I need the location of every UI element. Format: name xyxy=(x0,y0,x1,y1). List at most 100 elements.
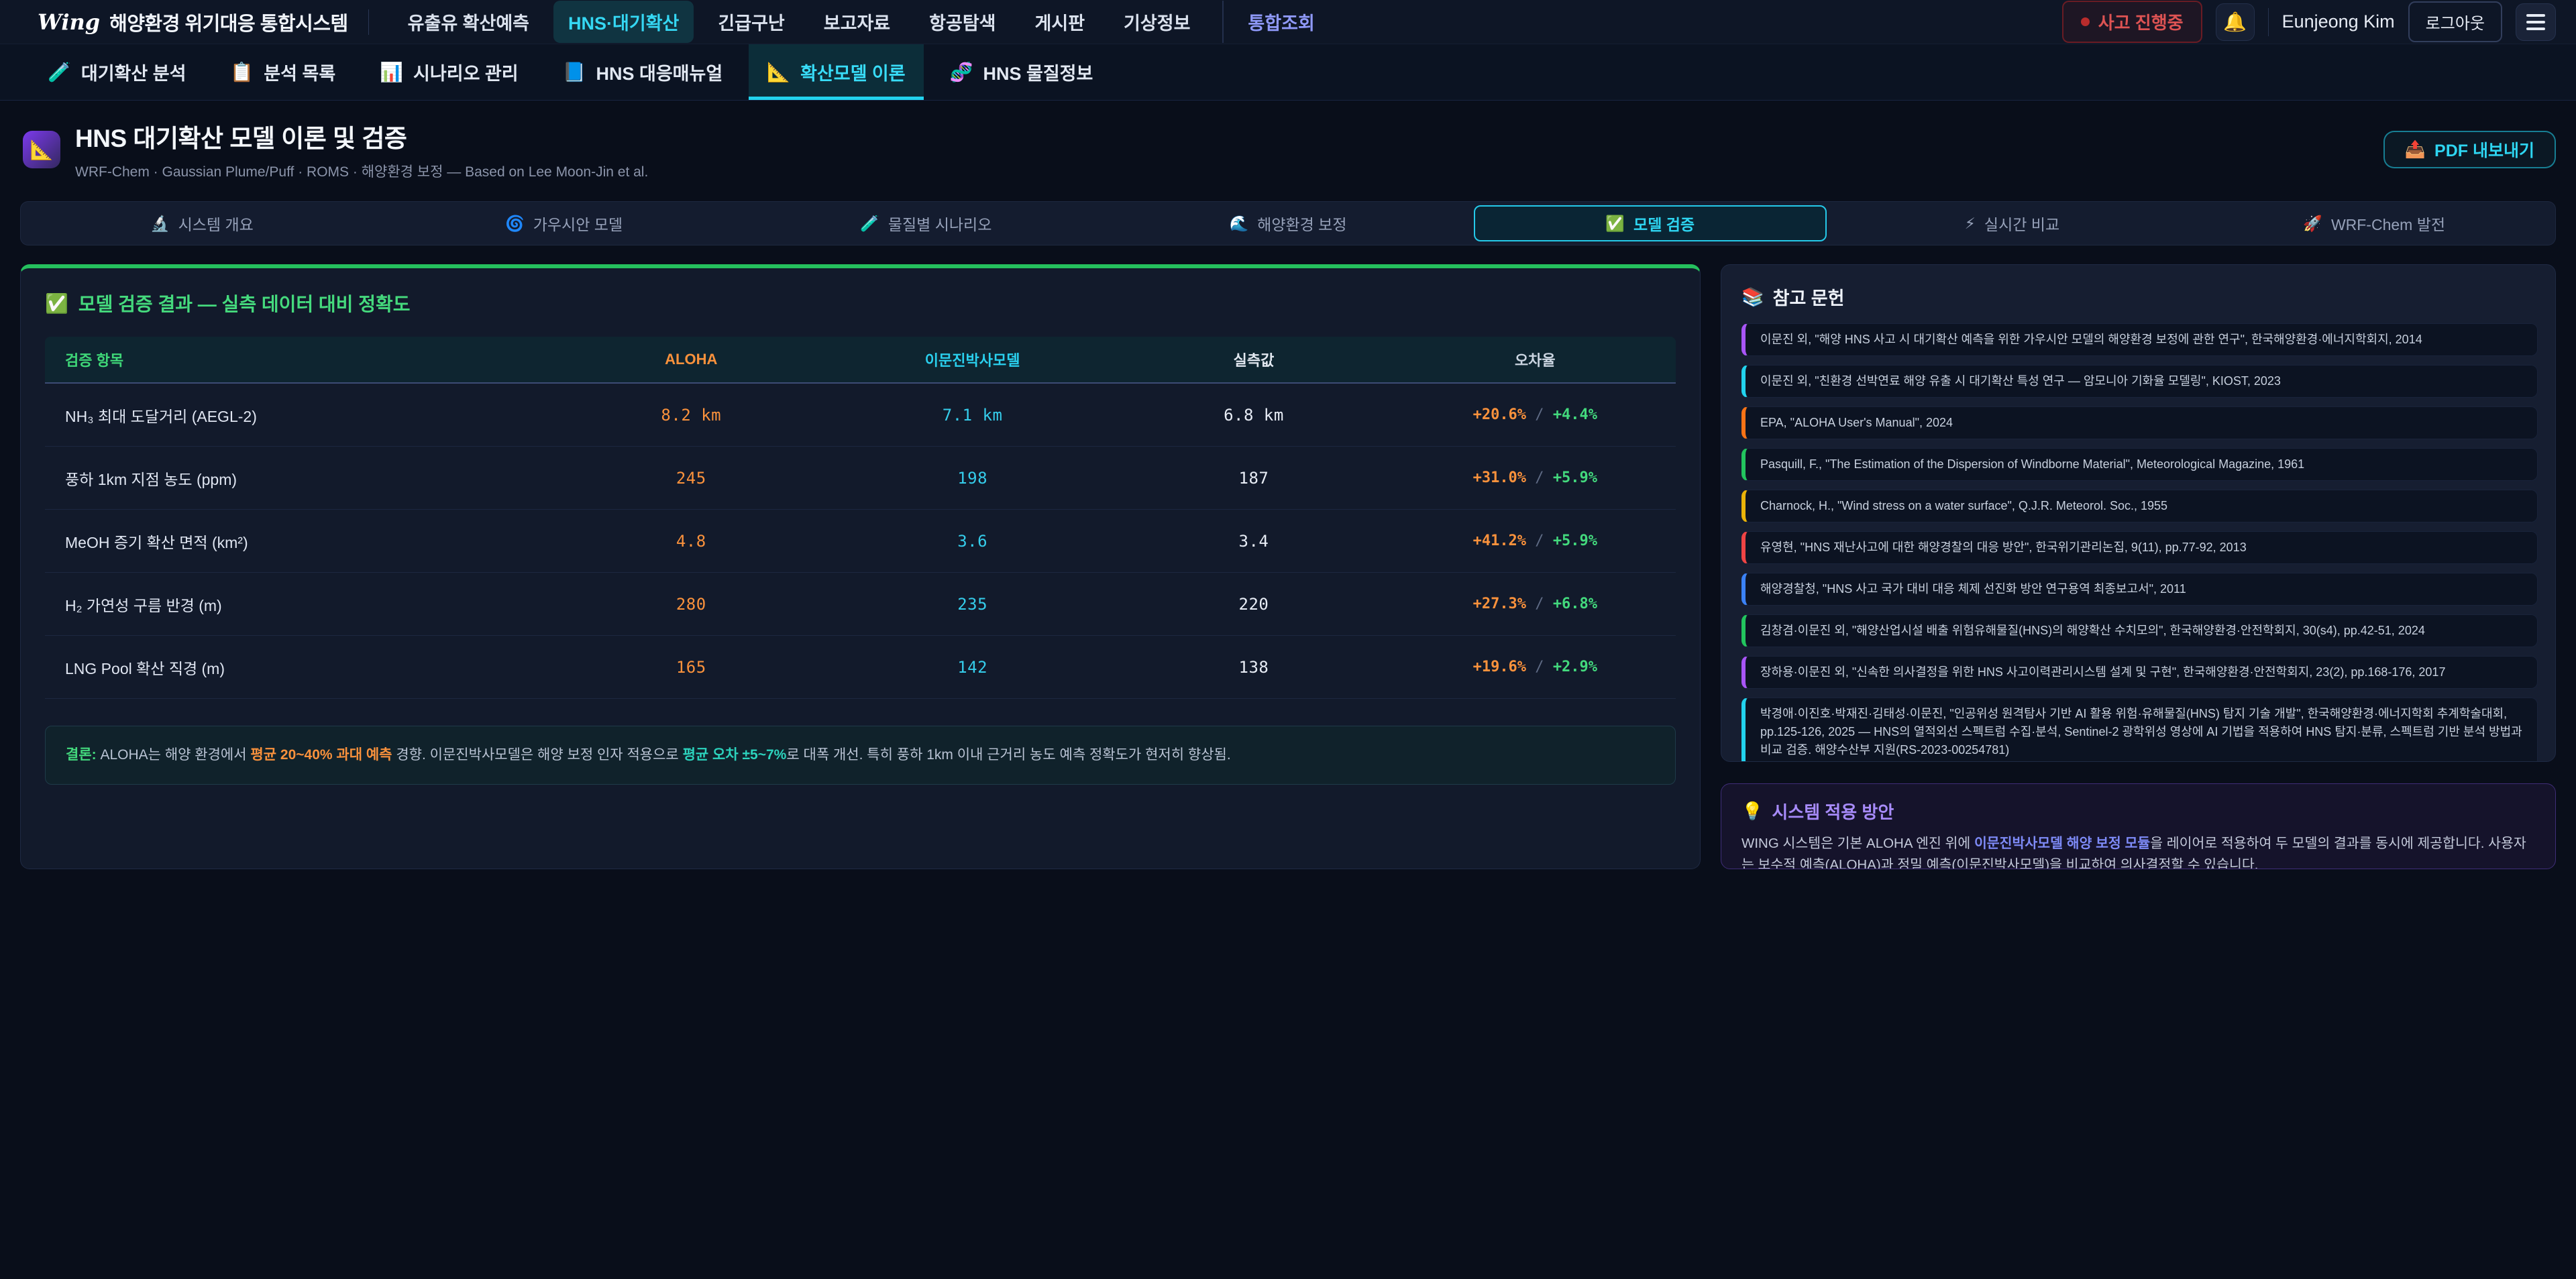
section-tab-5[interactable]: ✅ 모델 검증 xyxy=(1474,205,1827,241)
reference-item[interactable]: 이문진 외, "해양 HNS 사고 시 대기확산 예측을 위한 가우시안 모델의… xyxy=(1741,323,2538,356)
error-rate-value: +31.0% / +5.9% xyxy=(1395,469,1676,486)
model-error: +4.4% xyxy=(1553,406,1597,423)
sub-nav-tab-1[interactable]: 🧪대기확산 분석 xyxy=(30,44,204,100)
section-tab-icon: 🌊 xyxy=(1230,215,1249,233)
references-panel: 📚 참고 문헌 이문진 외, "해양 HNS 사고 시 대기확산 예측을 위한 … xyxy=(1721,264,2556,762)
application-body: WING 시스템은 기본 ALOHA 엔진 위에 이문진박사모델 해양 보정 모… xyxy=(1741,833,2535,869)
main-content: ✅ 모델 검증 결과 — 실측 데이터 대비 정확도 검증 항목ALOHA이문진… xyxy=(20,264,2556,869)
model-error: +5.9% xyxy=(1553,469,1597,486)
measured-value: 3.4 xyxy=(1113,532,1394,551)
main-nav: 유출유 확산예측HNS·대기확산긴급구난보고자료항공탐색게시판기상정보 통합조회 xyxy=(393,1,1330,43)
section-tab-label: 모델 검증 xyxy=(1633,212,1695,235)
table-row: LNG Pool 확산 직경 (m)165142138+19.6% / +2.9… xyxy=(45,636,1676,699)
system-application-panel: 💡 시스템 적용 방안 WING 시스템은 기본 ALOHA 엔진 위에 이문진… xyxy=(1721,783,2556,869)
highlighted-module-name: 이문진박사모델 해양 보정 모듈 xyxy=(1974,836,2150,851)
measured-value: 187 xyxy=(1113,469,1394,488)
conclusion-segment: 경향. 이문진박사모델은 해양 보정 인자 적용으로 xyxy=(392,747,683,763)
reference-item[interactable]: 유영현, "HNS 재난사고에 대한 해양경찰의 대응 방안", 한국위기관리논… xyxy=(1741,531,2538,564)
status-dot-icon xyxy=(2081,17,2090,26)
logout-button[interactable]: 로그아웃 xyxy=(2408,1,2502,42)
page-title: HNS 대기확산 모델 이론 및 검증 xyxy=(75,118,648,154)
section-tab-icon: ✅ xyxy=(1605,215,1625,233)
aloha-error: +20.6% xyxy=(1473,406,1526,423)
sub-tab-label: 분석 목록 xyxy=(264,59,335,85)
section-tab-7[interactable]: 🚀WRF-Chem 발전 xyxy=(2198,205,2551,241)
sub-nav-tab-3[interactable]: 📊시나리오 관리 xyxy=(362,44,536,100)
page-subtitle: WRF-Chem · Gaussian Plume/Puff · ROMS · … xyxy=(75,161,648,181)
sub-tab-label: 대기확산 분석 xyxy=(81,59,186,85)
main-nav-item-5[interactable]: 항공탐색 xyxy=(914,1,1010,43)
reference-item[interactable]: 김창겸·이문진 외, "해양산업시설 배출 위험유해물질(HNS)의 해양확산 … xyxy=(1741,614,2538,647)
model-value: 198 xyxy=(832,469,1113,488)
reference-item[interactable]: 이문진 외, "친환경 선박연료 해양 유출 시 대기확산 특성 연구 — 암모… xyxy=(1741,365,2538,398)
main-nav-item-3[interactable]: 긴급구난 xyxy=(703,1,799,43)
aloha-error: +27.3% xyxy=(1473,596,1526,612)
hamburger-menu-button[interactable] xyxy=(2516,3,2556,41)
conclusion-note: 결론: ALOHA는 해양 환경에서 평균 20~40% 과대 예측 경향. 이… xyxy=(45,726,1676,785)
section-tab-2[interactable]: 🌀가우시안 모델 xyxy=(388,205,741,241)
top-navbar: Wing 해양환경 위기대응 통합시스템 유출유 확산예측HNS·대기확산긴급구… xyxy=(0,0,2576,44)
wing-logo: Wing xyxy=(38,9,100,35)
reference-item[interactable]: Pasquill, F., "The Estimation of the Dis… xyxy=(1741,448,2538,481)
aloha-value: 165 xyxy=(551,658,832,677)
section-tab-label: 물질별 시나리오 xyxy=(888,212,992,235)
section-tab-6[interactable]: ⚡실시간 비교 xyxy=(1836,205,2189,241)
conclusion-segment: ALOHA는 해양 환경에서 xyxy=(97,747,251,763)
notifications-button[interactable]: 🔔 xyxy=(2216,3,2255,41)
aloha-value: 245 xyxy=(551,469,832,488)
sub-tab-label: 확산모델 이론 xyxy=(800,59,906,85)
aloha-error: +31.0% xyxy=(1473,469,1526,486)
section-tab-3[interactable]: 🧪물질별 시나리오 xyxy=(749,205,1102,241)
table-row: 풍하 1km 지점 농도 (ppm)245198187+31.0% / +5.9… xyxy=(45,447,1676,510)
reference-item[interactable]: EPA, "ALOHA User's Manual", 2024 xyxy=(1741,406,2538,439)
column-header-1: 검증 항목 xyxy=(45,349,551,370)
sub-tab-icon: 🧬 xyxy=(950,61,973,83)
reference-item[interactable]: 해양경찰청, "HNS 사고 국가 대비 대응 체제 선진화 방안 연구용역 최… xyxy=(1741,573,2538,606)
export-label: PDF 내보내기 xyxy=(2434,137,2534,162)
reference-item[interactable]: 박경애·이진호·박재진·김태성·이문진, "인공위성 원격탐사 기반 AI 활용… xyxy=(1741,698,2538,762)
section-tab-4[interactable]: 🌊 해양환경 보정 xyxy=(1112,205,1464,241)
section-tab-1[interactable]: 🔬시스템 개요 xyxy=(25,205,378,241)
pdf-export-button[interactable]: 📤 PDF 내보내기 xyxy=(2383,131,2556,168)
column-header-5: 오차율 xyxy=(1395,349,1676,370)
sub-nav: 🧪대기확산 분석📋분석 목록📊시나리오 관리📘HNS 대응매뉴얼📐확산모델 이론… xyxy=(0,44,2576,101)
main-nav-item-7[interactable]: 기상정보 xyxy=(1109,1,1205,43)
main-nav-item-1[interactable]: 유출유 확산예측 xyxy=(393,1,544,43)
reference-item[interactable]: 장하용·이문진 외, "신속한 의사결정을 위한 HNS 사고이력관리시스템 설… xyxy=(1741,656,2538,689)
reference-item[interactable]: Charnock, H., "Wind stress on a water su… xyxy=(1741,490,2538,522)
model-value: 142 xyxy=(832,658,1113,677)
books-icon: 📚 xyxy=(1741,286,1764,308)
brand-divider xyxy=(368,9,369,35)
section-tab-label: 해양환경 보정 xyxy=(1257,212,1346,235)
model-value: 235 xyxy=(832,595,1113,614)
error-separator: / xyxy=(1526,406,1553,423)
error-rate-value: +20.6% / +4.4% xyxy=(1395,406,1676,423)
sub-nav-tab-4[interactable]: 📘HNS 대응매뉴얼 xyxy=(545,44,741,100)
model-value: 7.1 km xyxy=(832,406,1113,425)
main-nav-item-6[interactable]: 게시판 xyxy=(1020,1,1100,43)
sub-nav-tab-2[interactable]: 📋분석 목록 xyxy=(212,44,354,100)
topnav-divider xyxy=(2268,8,2269,36)
bell-icon: 🔔 xyxy=(2223,11,2247,33)
error-rate-value: +19.6% / +2.9% xyxy=(1395,659,1676,675)
sub-nav-tab-5[interactable]: 📐확산모델 이론 xyxy=(749,44,923,100)
table-row: MeOH 증기 확산 면적 (km²)4.83.63.4+41.2% / +5.… xyxy=(45,510,1676,573)
section-tab-icon: 🔬 xyxy=(150,215,170,233)
sub-nav-tab-6[interactable]: 🧬HNS 물질정보 xyxy=(932,44,1112,100)
page-header: 📐 HNS 대기확산 모델 이론 및 검증 WRF-Chem · Gaussia… xyxy=(0,101,2576,196)
column-header-2: ALOHA xyxy=(551,351,832,368)
aloha-value: 4.8 xyxy=(551,532,832,551)
table-row: H₂ 가연성 구름 반경 (m)280235220+27.3% / +6.8% xyxy=(45,573,1676,636)
main-nav-item-2[interactable]: HNS·대기확산 xyxy=(553,1,694,43)
row-item-label: MeOH 증기 확산 면적 (km²) xyxy=(45,530,551,553)
conclusion-segment: 결론: xyxy=(66,747,97,763)
aloha-error: +19.6% xyxy=(1473,659,1526,675)
aloha-value: 8.2 km xyxy=(551,406,832,425)
main-nav-item-8[interactable]: 통합조회 xyxy=(1222,1,1329,43)
conclusion-segment: 평균 오차 ±5~7% xyxy=(683,747,787,763)
column-header-4: 실측값 xyxy=(1113,349,1394,370)
column-header-3: 이문진박사모델 xyxy=(832,349,1113,370)
model-value: 3.6 xyxy=(832,532,1113,551)
main-nav-item-4[interactable]: 보고자료 xyxy=(809,1,905,43)
incident-status-badge[interactable]: 사고 진행중 xyxy=(2062,1,2202,43)
